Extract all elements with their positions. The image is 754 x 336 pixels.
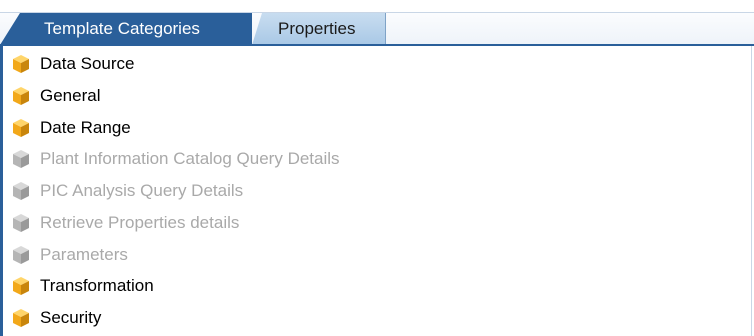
category-cube-icon [13, 150, 29, 168]
category-cube-icon [13, 277, 29, 295]
template-panel: Template Categories Properties Data Sour… [0, 0, 754, 336]
category-label: Security [40, 308, 102, 327]
tab-strip: Template Categories Properties [0, 12, 754, 45]
category-cube-icon [13, 119, 29, 137]
category-cube-icon [13, 87, 29, 105]
category-label: Date Range [40, 118, 131, 137]
category-cube-icon [13, 55, 29, 73]
category-cube-icon [13, 246, 29, 264]
category-cube-icon [13, 214, 29, 232]
category-item-data-source[interactable]: Data Source [11, 50, 135, 78]
tab-properties[interactable]: Properties [252, 13, 386, 45]
category-item-security[interactable]: Security [11, 304, 101, 332]
category-list: Data Source General Date Range Plant Inf… [0, 46, 752, 336]
category-item-parameters[interactable]: Parameters [11, 241, 128, 269]
category-item-date-range[interactable]: Date Range [11, 114, 131, 142]
category-label: General [40, 86, 101, 105]
category-label: Transformation [40, 276, 154, 295]
category-label: PIC Analysis Query Details [40, 181, 244, 200]
category-label: Parameters [40, 245, 128, 264]
category-label: Plant Information Catalog Query Details [40, 149, 340, 168]
category-label: Data Source [40, 54, 135, 73]
category-item-general[interactable]: General [11, 82, 100, 110]
category-label: Retrieve Properties details [40, 213, 240, 232]
category-cube-icon [13, 309, 29, 327]
category-cube-icon [13, 182, 29, 200]
category-item-pic-analysis[interactable]: PIC Analysis Query Details [11, 177, 243, 205]
category-item-transformation[interactable]: Transformation [11, 272, 154, 300]
category-item-retrieve-properties[interactable]: Retrieve Properties details [11, 209, 239, 237]
category-item-plant-information-catalog[interactable]: Plant Information Catalog Query Details [11, 145, 340, 173]
tab-template-categories[interactable]: Template Categories [0, 13, 252, 45]
